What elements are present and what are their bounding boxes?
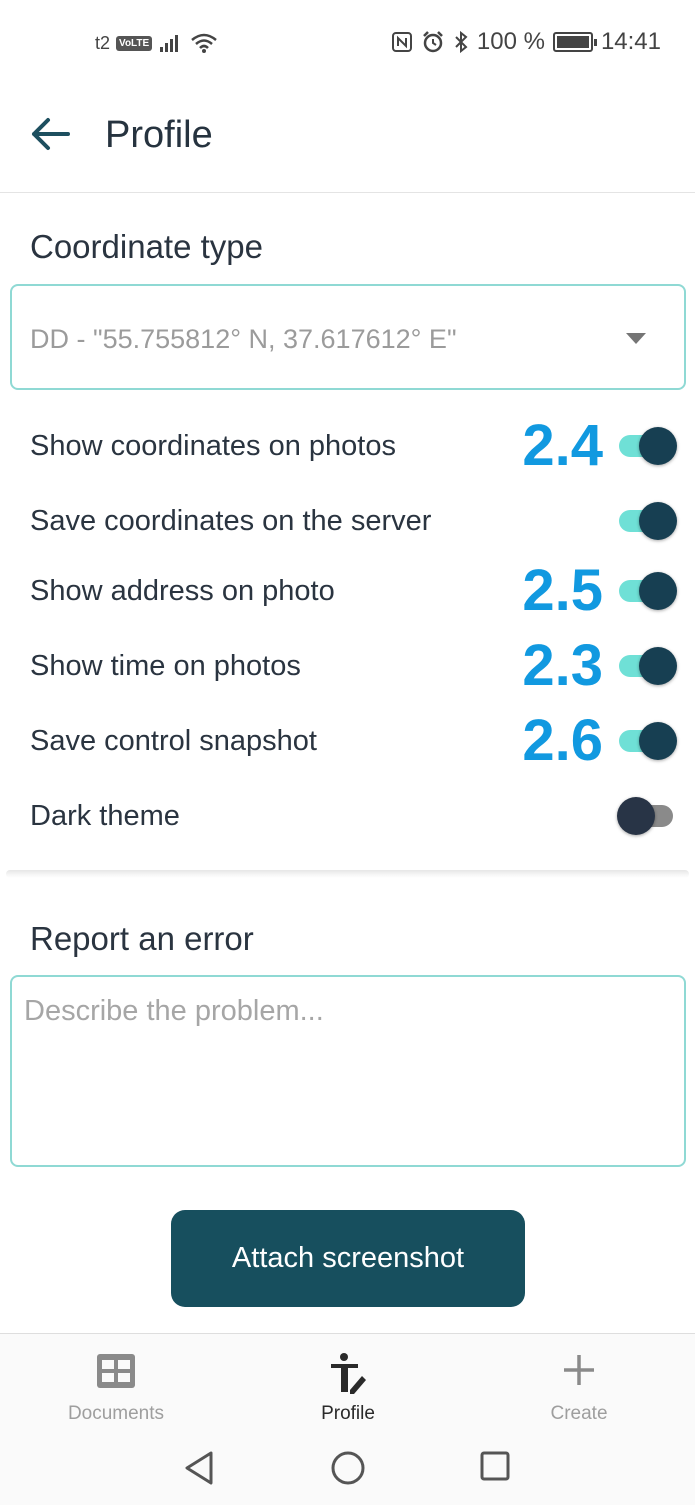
annotation-label: 2.4 bbox=[522, 413, 603, 478]
status-right: 100 % 14:41 bbox=[391, 28, 661, 56]
carrier-label: t2 bbox=[95, 32, 111, 53]
problem-description-placeholder: Describe the problem... bbox=[24, 995, 324, 1027]
setting-dark-theme: Dark theme bbox=[0, 780, 695, 850]
battery-percent: 100 % bbox=[476, 28, 545, 55]
bottom-nav: Documents Profile Create bbox=[0, 1333, 695, 1435]
show-time-toggle[interactable] bbox=[617, 645, 679, 685]
status-left: t2 VoLTE bbox=[95, 32, 218, 54]
page-title: Profile bbox=[105, 114, 213, 156]
plus-icon bbox=[564, 1355, 594, 1385]
setting-label: Show time on photos bbox=[30, 650, 301, 682]
setting-label: Save control snapshot bbox=[30, 725, 317, 757]
profile-edit-icon bbox=[331, 1353, 366, 1394]
grid-icon bbox=[97, 1354, 135, 1388]
coordinate-type-value: DD - "55.755812° N, 37.617612° E" bbox=[30, 324, 457, 354]
setting-save-snapshot: Save control snapshot 2.6 bbox=[0, 705, 695, 775]
nav-label-create: Create bbox=[550, 1403, 608, 1424]
wifi-icon bbox=[191, 33, 218, 53]
coordinate-type-dropdown[interactable]: DD - "55.755812° N, 37.617612° E" bbox=[10, 284, 686, 390]
setting-show-time: Show time on photos 2.3 bbox=[0, 630, 695, 700]
problem-description-field[interactable]: Describe the problem... bbox=[10, 975, 686, 1167]
nav-item-create[interactable]: Create bbox=[489, 1334, 669, 1436]
back-arrow-icon[interactable] bbox=[28, 112, 72, 156]
recents-square-icon[interactable] bbox=[479, 1450, 511, 1482]
coordinate-type-title: Coordinate type bbox=[30, 228, 263, 265]
nav-item-documents[interactable]: Documents bbox=[26, 1334, 206, 1436]
setting-show-coordinates: Show coordinates on photos 2.4 bbox=[0, 410, 695, 480]
back-triangle-icon[interactable] bbox=[183, 1450, 215, 1486]
nav-label-documents: Documents bbox=[67, 1403, 165, 1424]
setting-label: Show address on photo bbox=[30, 575, 335, 607]
alarm-icon bbox=[422, 31, 443, 53]
dropdown-arrow-icon bbox=[626, 333, 646, 344]
volte-badge: VoLTE bbox=[116, 35, 153, 51]
setting-save-coordinates: Save coordinates on the server bbox=[0, 485, 695, 555]
signal-icon bbox=[160, 35, 179, 52]
save-snapshot-toggle[interactable] bbox=[617, 720, 679, 760]
annotation-label: 2.6 bbox=[522, 708, 603, 773]
clock: 14:41 bbox=[600, 28, 661, 55]
system-nav-bar bbox=[0, 1435, 695, 1505]
bluetooth-icon bbox=[455, 30, 468, 54]
home-circle-icon[interactable] bbox=[330, 1450, 366, 1486]
nav-item-profile[interactable]: Profile bbox=[258, 1334, 438, 1436]
nfc-icon bbox=[391, 32, 412, 52]
show-coordinates-toggle[interactable] bbox=[617, 425, 679, 465]
show-address-toggle[interactable] bbox=[617, 570, 679, 610]
battery-icon bbox=[552, 32, 597, 52]
dark-theme-toggle[interactable] bbox=[617, 795, 679, 835]
setting-label: Dark theme bbox=[30, 800, 180, 832]
setting-label: Show coordinates on photos bbox=[30, 430, 396, 462]
setting-label: Save coordinates on the server bbox=[30, 505, 432, 537]
attach-screenshot-button[interactable]: Attach screenshot bbox=[171, 1210, 525, 1307]
app-bar: Profile bbox=[0, 88, 695, 193]
section-divider bbox=[6, 870, 689, 878]
save-coordinates-toggle[interactable] bbox=[617, 500, 679, 540]
nav-label-profile: Profile bbox=[321, 1403, 375, 1424]
report-error-title: Report an error bbox=[30, 920, 254, 957]
annotation-label: 2.5 bbox=[522, 558, 603, 623]
setting-show-address: Show address on photo 2.5 bbox=[0, 555, 695, 625]
status-bar: t2 VoLTE 100 % 14:41 bbox=[0, 0, 695, 88]
annotation-label: 2.3 bbox=[522, 633, 603, 698]
